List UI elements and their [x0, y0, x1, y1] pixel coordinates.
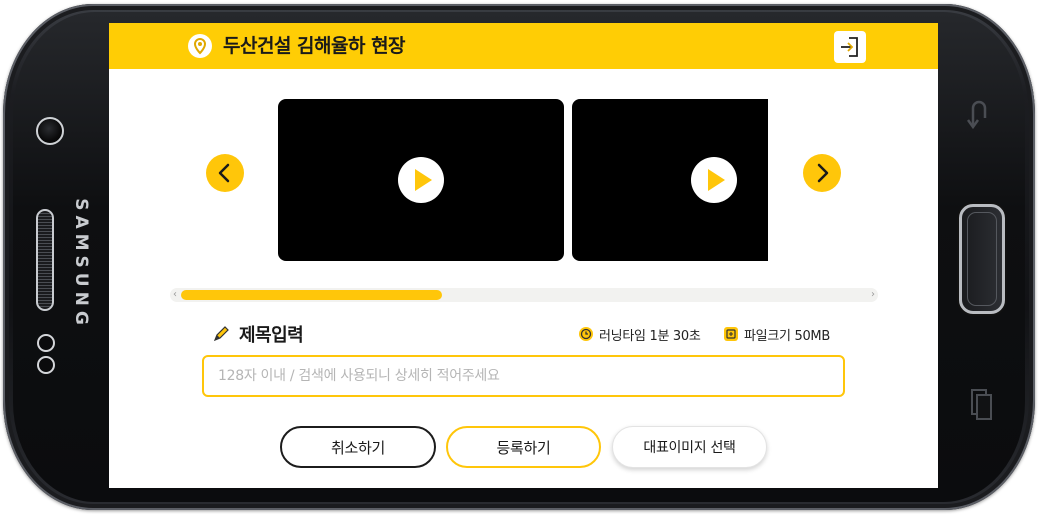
back-key-icon[interactable]: [965, 96, 991, 130]
scroll-right-arrow[interactable]: ›: [871, 288, 875, 302]
header-bar: 두산건설 김해율하 현장: [109, 23, 938, 69]
chevron-left-icon: [218, 163, 230, 183]
app-screen: 두산건설 김해율하 현장 ‹ › 제목입력 러닝타임 1분 30초 파일크기 5…: [109, 23, 938, 488]
carousel-scrollbar[interactable]: ‹ ›: [170, 288, 878, 302]
chevron-right-icon: [817, 163, 829, 183]
cancel-button[interactable]: 취소하기: [280, 426, 436, 468]
file-size-text: 파일크기 50MB: [744, 328, 830, 344]
logout-button[interactable]: [834, 31, 866, 63]
brand-logo: SAMSUNG: [71, 198, 92, 330]
video-thumbnail[interactable]: [278, 99, 564, 261]
play-icon: [708, 169, 725, 191]
play-button[interactable]: [398, 157, 444, 203]
clock-icon: [579, 327, 593, 341]
sensor-dot: [37, 334, 55, 352]
front-camera: [36, 117, 64, 145]
video-carousel: [278, 99, 768, 261]
site-title: 두산건설 김해율하 현장: [223, 35, 406, 57]
carousel-prev-button[interactable]: [206, 154, 244, 192]
submit-button[interactable]: 등록하기: [446, 426, 601, 468]
running-time: 러닝타임 1분 30초: [578, 324, 701, 344]
scrollbar-thumb[interactable]: [181, 290, 442, 300]
speaker-grill: [36, 209, 54, 311]
location-pin-icon: [188, 34, 212, 58]
home-button[interactable]: [959, 204, 1005, 314]
running-time-text: 러닝타임 1분 30초: [599, 328, 701, 344]
file-size: 파일크기 50MB: [723, 324, 830, 344]
logout-icon: [841, 37, 858, 57]
select-thumbnail-button[interactable]: 대표이미지 선택: [612, 426, 767, 468]
title-input[interactable]: [202, 355, 845, 397]
pencil-icon: [213, 326, 229, 342]
play-button[interactable]: [691, 157, 737, 203]
carousel-next-button[interactable]: [803, 154, 841, 192]
scroll-left-arrow[interactable]: ‹: [173, 288, 177, 302]
recent-apps-icon[interactable]: [969, 387, 995, 423]
video-thumbnail[interactable]: [572, 99, 768, 261]
file-size-icon: [724, 327, 738, 341]
play-icon: [415, 169, 432, 191]
title-label-group: 제목입력: [211, 321, 304, 347]
title-label: 제목입력: [239, 325, 304, 346]
sensor-dot: [37, 356, 55, 374]
